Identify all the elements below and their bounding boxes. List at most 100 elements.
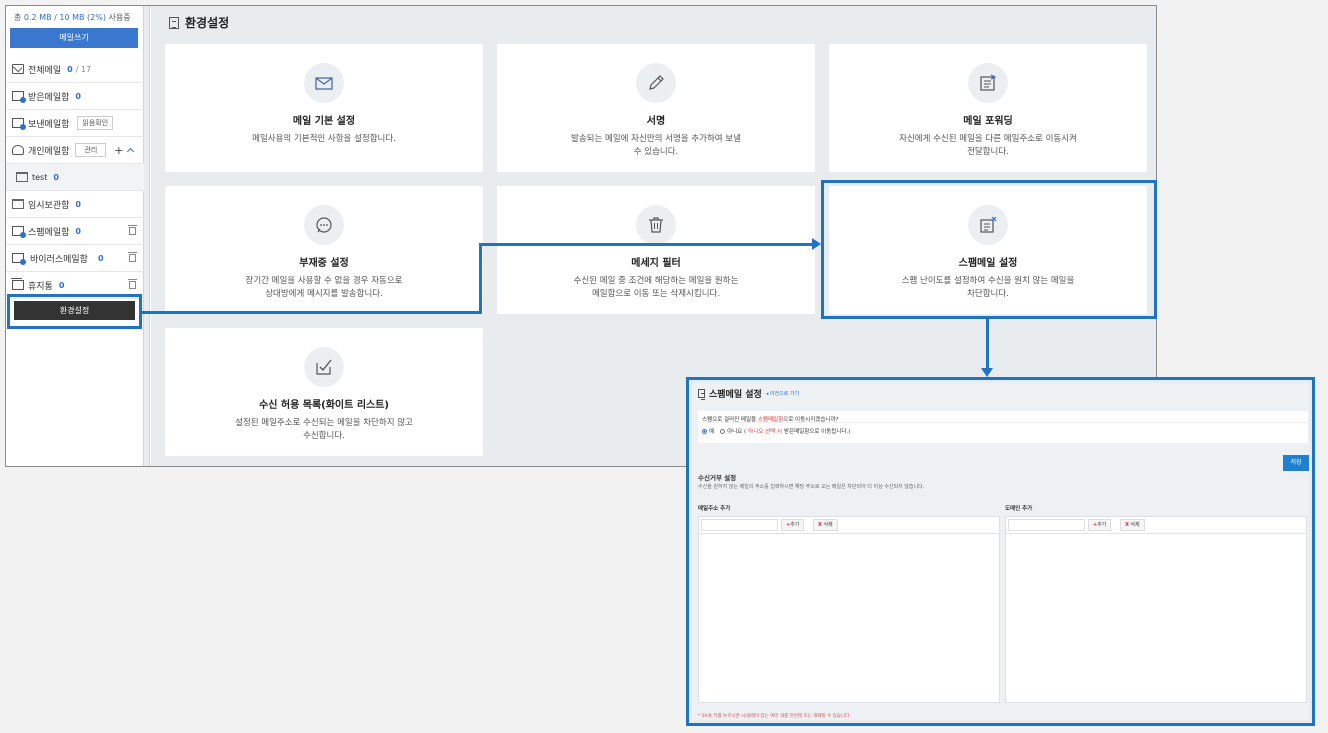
empty-trash-icon[interactable]	[128, 252, 137, 262]
card-title: 메일 기본 설정	[292, 116, 356, 127]
sidebar-item-personal[interactable]: 개인메일함 관리 +	[6, 137, 144, 164]
panel-title-text: 스팸메일 설정	[709, 390, 762, 400]
usage-suffix: 사용중	[108, 13, 131, 22]
trash-icon	[11, 278, 24, 290]
card-desc: 발송되는 메일에 자신만의 서명을 추가하여 보낼 수 있습니다.	[571, 134, 741, 157]
empty-trash-icon[interactable]	[128, 225, 137, 235]
sidebar-item-label: 바이러스메일함	[30, 254, 88, 265]
usage-prefix: 총	[14, 13, 22, 22]
sidebar-item-spam[interactable]: 스팸메일함 0	[6, 218, 144, 245]
manage-button[interactable]: 관리	[75, 143, 107, 157]
card-title: 메일 포워딩	[963, 116, 1013, 127]
virus-folder-icon	[12, 253, 26, 265]
settings-highlight: 환경설정	[7, 294, 142, 329]
back-link[interactable]: ◂ 이전으로 가기	[766, 390, 799, 397]
x-icon: X	[818, 522, 822, 528]
card-message-filter[interactable]: 메세지 필터 수신된 메일 중 조건에 해당하는 메일을 원하는 메일함으로 이…	[497, 186, 815, 314]
page-title-text: 환경설정	[185, 16, 230, 30]
card-whitelist[interactable]: 수신 허용 목록(화이트 리스트) 설정된 메일주소로 수신되는 메일을 차단하…	[165, 328, 483, 456]
delete-label: 삭제	[823, 522, 833, 528]
radio-no-label-red: 아니오 선택 시	[748, 429, 782, 435]
radio-yes[interactable]	[702, 428, 707, 434]
trash-icon	[636, 205, 676, 245]
mail-icon	[304, 63, 344, 103]
radio-no[interactable]	[720, 428, 726, 434]
sidebar-item-label: test	[32, 172, 48, 182]
sent-icon	[12, 118, 26, 130]
save-button[interactable]: 저장	[1283, 455, 1309, 471]
check-icon	[304, 347, 344, 387]
card-signature[interactable]: 서명 발송되는 메일에 자신만의 서명을 추가하여 보낼 수 있습니다.	[497, 44, 815, 172]
card-mail-basic[interactable]: 메일 기본 설정 메일사용의 기본적인 사항을 설정합니다.	[165, 44, 483, 172]
question-text: 스팸으로 걸러진 메일을 스팸메일함으로 이동시키겠습니까?	[698, 411, 1308, 423]
person-folder-icon	[12, 145, 24, 155]
add-label: 추가	[1097, 522, 1107, 528]
sidebar-item-all-mail[interactable]: 전체메일 0 / 17	[6, 56, 144, 83]
unread-count: 0	[58, 280, 65, 290]
empty-trash-icon[interactable]	[128, 279, 137, 289]
sidebar-item-drafts[interactable]: 임시보관함 0	[6, 191, 144, 218]
card-title: 메세지 필터	[631, 258, 681, 269]
divider	[699, 533, 999, 534]
add-label: 추가	[790, 522, 800, 528]
sidebar-item-sent[interactable]: 보낸메일함 읽음확인	[6, 110, 144, 137]
connector-line	[139, 311, 482, 314]
domain-block-list: +추가 X 삭제	[1005, 516, 1307, 703]
pen-icon	[636, 63, 676, 103]
card-desc: 장기간 메일을 사용할 수 없을 경우 자동으로 상대방에게 메시지를 발송합니…	[245, 276, 403, 299]
email-block-list: +추가 X 삭제	[698, 516, 1000, 703]
radio-no-label-post: 받은메일함으로 이동됩니다.)	[784, 429, 851, 435]
envelope-icon	[12, 64, 24, 74]
settings-button[interactable]: 환경설정	[14, 301, 135, 320]
page-title: 환경설정	[169, 14, 229, 31]
card-desc: 수신된 메일 중 조건에 해당하는 메일을 원하는 메일함으로 이동 또는 삭제…	[573, 276, 739, 299]
document-icon	[698, 389, 705, 400]
sidebar-item-label: 개인메일함	[28, 146, 70, 157]
sidebar-item-label: 보낸메일함	[28, 119, 70, 130]
sidebar-item-inbox[interactable]: 받은메일함 0	[6, 83, 144, 110]
delete-domain-button[interactable]: X 삭제	[1120, 519, 1145, 531]
unread-count: 0	[75, 226, 81, 236]
card-absence[interactable]: 부재중 설정 장기간 메일을 사용할 수 없을 경우 자동으로 상대방에게 메시…	[165, 186, 483, 314]
unread-count: 0	[53, 172, 59, 182]
add-domain-button[interactable]: +추가	[1088, 519, 1112, 531]
email-input[interactable]	[701, 519, 778, 531]
add-folder-icon[interactable]: +	[114, 144, 123, 157]
card-title: 수신 허용 목록(화이트 리스트)	[259, 400, 389, 411]
unread-count: 0	[97, 253, 104, 263]
footnote: * Shift 키를 누르시면 시/클래이 있는 여러 개를 한번에 또는 해제…	[698, 714, 851, 719]
storage-usage: 총 0.2 MB / 10 MB (2%) 사용중	[6, 6, 143, 26]
unread-count: 0	[75, 199, 81, 209]
folder-icon	[16, 172, 28, 182]
email-column-title: 메일주소 추가	[698, 506, 731, 512]
connector-line	[479, 243, 482, 314]
read-receipt-button[interactable]: 읽음확인	[77, 116, 114, 130]
drafts-icon	[12, 199, 24, 209]
section-desc: 수신을 원하지 않는 메일의 주소를 입력하시면 해당 주소로 오는 메일은 차…	[698, 484, 925, 490]
connector-line	[479, 243, 813, 246]
card-forwarding[interactable]: 메일 포워딩 자신에게 수신된 메일을 다른 메일주소로 이동시켜 전달합니다.	[829, 44, 1147, 172]
delete-label: 삭제	[1130, 522, 1140, 528]
sidebar-item-virus[interactable]: 바이러스메일함 0	[6, 245, 144, 272]
section-title: 수신거부 설정	[698, 474, 737, 482]
compose-button[interactable]: 메일쓰기	[10, 28, 138, 48]
radio-no-label-pre: 아니요 (	[727, 429, 747, 435]
chevron-up-icon[interactable]	[126, 147, 134, 156]
add-email-button[interactable]: +추가	[781, 519, 805, 531]
sidebar: 총 0.2 MB / 10 MB (2%) 사용중 메일쓰기 전체메일 0 / …	[6, 6, 144, 466]
sidebar-item-label: 받은메일함	[28, 92, 70, 103]
delete-email-button[interactable]: X 삭제	[813, 519, 838, 531]
total-count: / 17	[75, 64, 92, 74]
sidebar-resize-handle[interactable]	[144, 6, 150, 466]
question-pre: 스팸으로 걸러진 메일을	[702, 417, 757, 423]
sidebar-item-label: 전체메일	[28, 65, 62, 76]
domain-input[interactable]	[1008, 519, 1085, 531]
sidebar-item-test[interactable]: test 0	[6, 164, 144, 191]
sidebar-item-label: 임시보관함	[28, 200, 70, 211]
connector-line	[986, 319, 989, 369]
spam-folder-icon	[12, 226, 26, 238]
unread-count: 0	[75, 91, 81, 101]
mailbox-menu: 전체메일 0 / 17 받은메일함 0 보낸메일함 읽음확인 개인메일함 관리 …	[6, 56, 144, 299]
spam-settings-panel: 스팸메일 설정 ◂ 이전으로 가기 스팸으로 걸러진 메일을 스팸메일함으로 이…	[686, 377, 1315, 726]
arrow-right-icon	[812, 238, 821, 250]
